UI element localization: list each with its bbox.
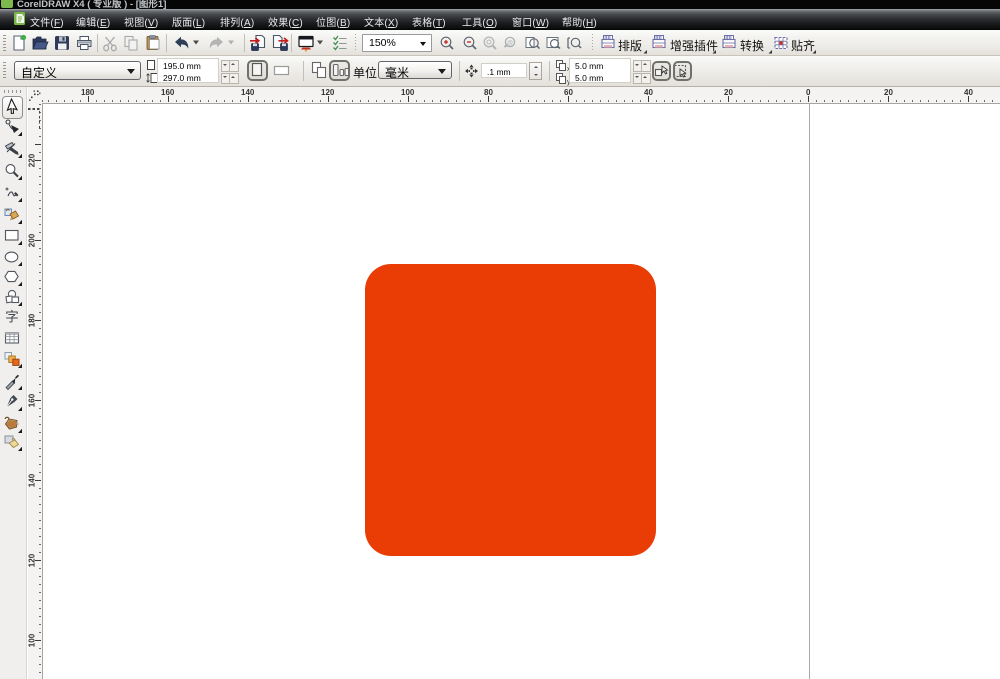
svg-text:@: @ <box>507 41 513 47</box>
svg-text:字: 字 <box>5 310 19 325</box>
